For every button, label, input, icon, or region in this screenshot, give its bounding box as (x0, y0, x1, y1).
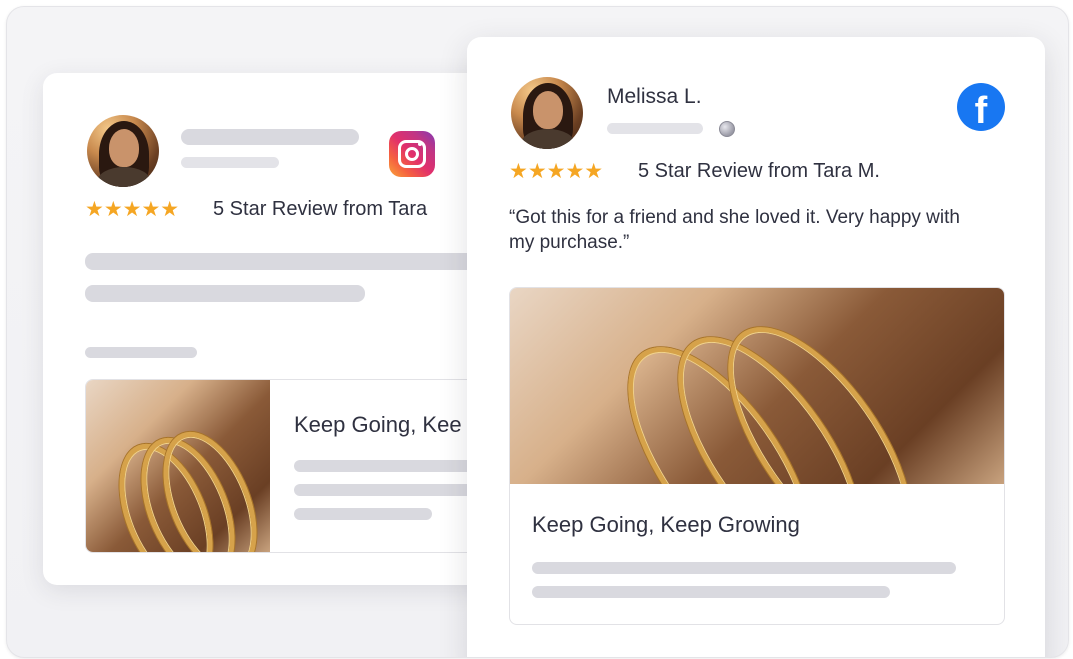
product-title: Keep Going, Kee (294, 412, 462, 437)
globe-icon (719, 121, 735, 137)
text-placeholder-bar (85, 253, 485, 270)
reviewer-avatar (87, 115, 159, 187)
text-placeholder-bar (85, 347, 197, 358)
review-title: 5 Star Review from Tara (213, 198, 428, 220)
review-quote: “Got this for a friend and she loved it.… (509, 207, 960, 253)
text-placeholder-bar (294, 484, 494, 496)
name-placeholder-bar (181, 129, 359, 145)
product-card[interactable]: Keep Going, Keep Growing (509, 287, 1005, 625)
text-placeholder-bar (85, 285, 365, 302)
facebook-icon[interactable]: f (957, 83, 1005, 131)
meta-placeholder-bar (607, 123, 703, 134)
showcase-frame: ★★★★★ 5 Star Review from Tara Keep Going… (6, 6, 1069, 658)
review-card-facebook[interactable]: Melissa L. f ★★★★★ 5 Star Review from Ta… (467, 37, 1045, 657)
review-title: 5 Star Review from Tara M. (638, 160, 880, 182)
text-placeholder-bar (294, 460, 494, 472)
star-rating: ★★★★★ (85, 198, 180, 221)
reviewer-name: Melissa L. (607, 85, 702, 108)
product-card[interactable]: Keep Going, Kee (85, 379, 527, 553)
text-placeholder-bar (532, 586, 890, 598)
product-title: Keep Going, Keep Growing (532, 512, 800, 537)
instagram-icon (389, 131, 435, 177)
reviewer-avatar (511, 77, 583, 149)
product-image (86, 380, 270, 552)
text-placeholder-bar (532, 562, 956, 574)
star-rating: ★★★★★ (509, 160, 604, 183)
product-image (510, 288, 1004, 484)
text-placeholder-bar (294, 508, 432, 520)
meta-placeholder-bar (181, 157, 279, 168)
